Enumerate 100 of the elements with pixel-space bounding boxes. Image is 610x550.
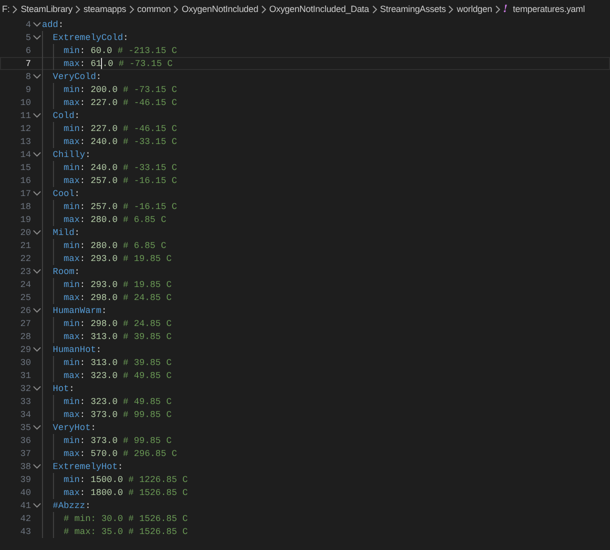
code-text: max: 570.0 # 296.85 C [64,448,178,458]
line-number: 30 [19,358,31,368]
code-text: min: 373.0 # 99.85 C [64,436,172,446]
code-text: max: 1800.0 # 1526.85 C [64,488,188,498]
line-number: 42 [19,514,31,524]
code-text: min: 293.0 # 19.85 C [64,280,172,290]
line-number: 13 [19,136,31,146]
code-text: ExtremelyHot: [52,462,124,472]
line-number: 17 [19,188,31,198]
code-text: min: 240.0 # -33.15 C [64,162,178,172]
code-text: Mild: [52,228,80,238]
line-number: 38 [19,462,31,472]
code-text: Cold: [52,110,80,120]
code-text: Hot: [52,384,74,394]
code-text: HumanWarm: [52,306,107,316]
code-text: VeryHot: [52,422,96,432]
code-text: max: 227.0 # -46.15 C [64,98,178,108]
breadcrumb-file[interactable]: temperatures.yaml [512,4,585,14]
breadcrumb-folder[interactable]: OxygenNotIncluded [182,4,258,14]
breadcrumb-folder[interactable]: SteamLibrary [20,4,72,14]
line-number: 10 [19,98,31,108]
chevron-down-icon[interactable] [32,113,40,118]
breadcrumb-folder[interactable]: F: [2,4,10,14]
line-number: 29 [19,344,31,354]
code-text: max: 240.0 # -33.15 C [64,136,178,146]
code-text: ExtremelyCold: [52,32,128,42]
breadcrumb-folder[interactable]: OxygenNotIncluded_Data [269,4,370,14]
code-text: # max: 35.0 # 1526.85 C [64,526,188,536]
line-number: 25 [19,292,31,302]
code-text: #Abzzz: [52,500,91,510]
line-number: 9 [24,84,31,94]
line-number: 28 [19,332,31,342]
code-text: min: 257.0 # -16.15 C [64,202,178,212]
chevron-down-icon[interactable] [32,269,40,274]
chevron-right-icon [260,4,267,14]
line-number: 39 [19,474,31,484]
breadcrumb-folder[interactable]: StreamingAssets [380,4,446,14]
line-number: 33 [19,396,31,406]
line-number: 19 [19,214,31,224]
code-text: HumanHot: [52,344,102,354]
chevron-down-icon[interactable] [32,425,40,430]
line-number: 35 [19,422,31,432]
chevron-down-icon[interactable] [32,503,40,508]
chevron-down-icon[interactable] [32,74,40,79]
breadcrumb-folder[interactable]: steamapps [83,4,126,14]
line-number: 22 [19,254,31,264]
line-number: 8 [24,72,31,82]
chevron-down-icon[interactable] [32,230,40,235]
code-text: min: 1500.0 # 1226.85 C [64,474,188,484]
chevron-right-icon [448,4,454,14]
line-number: 16 [19,176,31,186]
line-number: 5 [24,32,31,42]
chevron-down-icon[interactable] [32,152,40,157]
chevron-down-icon[interactable] [32,464,40,469]
chevron-right-icon [173,4,180,14]
code-text: add: [42,20,64,30]
exclamation-icon: ! [503,4,508,14]
breadcrumb-folder[interactable]: common [137,4,171,14]
code-text: min: 313.0 # 39.85 C [64,358,172,368]
line-number: 20 [19,228,31,238]
line-number: 32 [19,384,31,394]
line-number: 4 [24,20,31,30]
code-text: Cool: [52,188,80,198]
line-number: 18 [19,202,31,212]
code-text: max: 373.0 # 99.85 C [64,410,172,420]
chevron-down-icon[interactable] [32,191,40,196]
chevron-down-icon[interactable] [32,308,40,313]
chevron-down-icon[interactable] [32,347,40,352]
chevron-down-icon[interactable] [32,386,40,391]
code-text: min: 323.0 # 49.85 C [64,396,172,406]
line-number: 37 [19,448,31,458]
line-number: 34 [19,410,31,420]
line-number: 26 [19,306,31,316]
line-number: 11 [19,110,31,120]
line-number: 23 [19,266,31,276]
code-text: min: 298.0 # 24.85 C [64,318,172,328]
code-text: max: 61.0 # -73.15 C [64,58,173,69]
code-text: Chilly: [52,150,91,160]
code-text: Room: [52,266,80,276]
line-number: 27 [19,318,31,328]
line-number: 12 [19,124,31,134]
code-text: VeryCold: [52,72,102,82]
line-number: 7 [24,58,31,68]
code-text: max: 280.0 # 6.85 C [64,214,166,224]
code-text: max: 293.0 # 19.85 C [64,254,172,264]
chevron-right-icon [494,4,501,14]
line-number: 36 [19,436,31,446]
chevron-right-icon [128,4,135,14]
code-text: min: 200.0 # -73.15 C [64,84,178,94]
code-text: max: 257.0 # -16.15 C [64,176,178,186]
chevron-right-icon [372,4,378,14]
chevron-right-icon [74,4,81,14]
line-number: 41 [19,500,31,510]
code-text: max: 323.0 # 49.85 C [64,370,172,380]
breadcrumb-folder[interactable]: worldgen [456,4,492,14]
line-number: 14 [19,150,31,160]
code-text: max: 313.0 # 39.85 C [64,332,172,342]
line-number: 43 [19,526,31,536]
line-number: 15 [19,162,31,172]
code-text: min: 227.0 # -46.15 C [64,124,178,134]
